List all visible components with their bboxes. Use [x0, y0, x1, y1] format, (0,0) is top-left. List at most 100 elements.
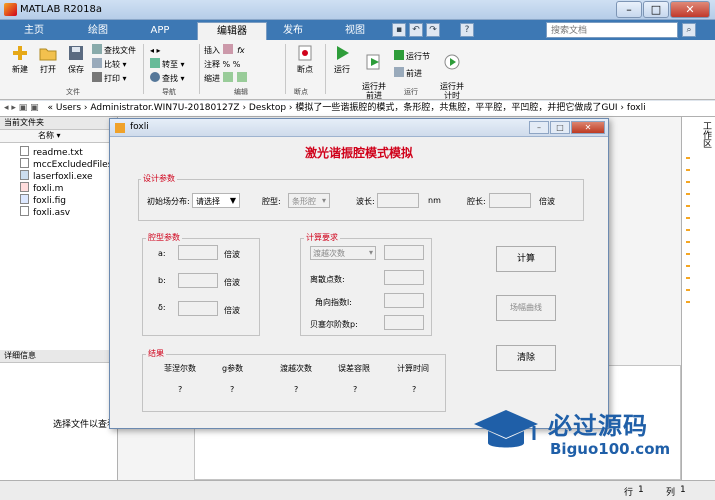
save-quick-icon[interactable]: ▪ — [392, 23, 406, 37]
bessel-order-field[interactable] — [384, 315, 424, 330]
file-item[interactable]: foxli.fig — [20, 194, 66, 206]
clear-button[interactable]: 清除 — [496, 345, 556, 371]
print-button[interactable]: 打印 ▾ — [92, 72, 127, 85]
fx-button[interactable]: fx — [237, 46, 245, 55]
maximize-button[interactable]: □ — [643, 1, 669, 18]
advance-button[interactable]: 前进 — [394, 67, 422, 80]
name-column-header[interactable]: 名称 ▾ — [0, 130, 117, 143]
b-field[interactable] — [178, 273, 218, 288]
a-unit: 倍波 — [224, 250, 240, 259]
file-item[interactable]: readme.txt — [20, 146, 83, 158]
run-label: 运行 — [334, 65, 350, 74]
row-label: 行 — [624, 488, 634, 498]
iterations-select-value: 渡越次数 — [313, 249, 345, 258]
run-button[interactable]: 运行 — [328, 44, 356, 75]
wavelength-label: 波长: — [356, 197, 375, 206]
save-button[interactable]: 保存 — [62, 44, 90, 75]
wavelength-field[interactable] — [377, 193, 419, 208]
file-item[interactable]: foxli.m — [20, 182, 63, 194]
dialog-maximize-button[interactable]: □ — [550, 121, 570, 134]
editor-ribbon: 新建 打开 保存 查找文件 比较 ▾ 打印 ▾ 文件 ◂ ▸ 转至 ▾ 查找 ▾… — [0, 40, 715, 100]
tab-home[interactable]: 主页 — [4, 22, 64, 40]
find-button[interactable]: 查找 ▾ — [150, 72, 185, 85]
close-button[interactable]: ✕ — [670, 1, 710, 18]
help-icon[interactable]: ? — [460, 23, 474, 37]
b-label: b: — [158, 276, 166, 285]
run-time-button[interactable]: 运行并 计时 — [436, 44, 468, 100]
search-icon[interactable]: ⌕ — [682, 23, 696, 37]
minimize-button[interactable]: – — [616, 1, 642, 18]
floppy-icon — [69, 46, 83, 60]
compare-label: 比较 — [104, 60, 120, 69]
dialog-minimize-button[interactable]: – — [529, 121, 549, 134]
run-advance-button[interactable]: 运行并 前进 — [358, 44, 390, 100]
file-item[interactable]: laserfoxli.exe — [20, 170, 93, 182]
bessel-order-label: 贝塞尔阶数p: — [310, 320, 358, 329]
angular-index-field[interactable] — [384, 293, 424, 308]
title-bar: MATLAB R2018a – □ ✕ — [0, 0, 715, 20]
iterations-field[interactable] — [384, 245, 424, 260]
insert-button[interactable]: 插入 fx — [204, 44, 245, 57]
edit-group-label: 编辑 — [234, 88, 248, 96]
tab-plots[interactable]: 绘图 — [68, 22, 128, 40]
open-button[interactable]: 打开 — [34, 44, 62, 75]
printer-icon — [92, 72, 102, 82]
breakpoints-label: 断点 — [297, 65, 313, 74]
dialog-title-bar: foxli – □ ✕ — [110, 119, 608, 137]
new-label: 新建 — [12, 65, 28, 74]
nav-back-forward[interactable]: ◂ ▸ — [150, 44, 161, 57]
find-file-button[interactable]: 查找文件 — [92, 44, 136, 57]
figure-icon — [115, 123, 125, 133]
result-header: g参数 — [222, 364, 244, 373]
run-section-button[interactable]: 运行节 — [394, 50, 430, 63]
dialog-title: foxli — [130, 122, 149, 132]
status-bar: 行 1 列 1 — [0, 480, 715, 500]
goto-button[interactable]: 转至 ▾ — [150, 58, 185, 71]
undo-icon[interactable]: ↶ — [409, 23, 423, 37]
cavity-type-select[interactable]: 条形腔 ▾ — [288, 193, 330, 208]
a-label: a: — [158, 249, 166, 258]
tab-view[interactable]: 视图 — [325, 22, 385, 40]
divider — [199, 44, 200, 94]
tab-publish[interactable]: 发布 — [268, 22, 318, 40]
comment-button[interactable]: 注释 % % — [204, 58, 240, 71]
result-value: ? — [294, 385, 299, 394]
col-value: 1 — [680, 485, 686, 495]
initial-dist-select[interactable]: 请选择 ▼ — [192, 193, 240, 208]
new-file-icon — [13, 46, 27, 60]
discrete-points-field[interactable] — [384, 270, 424, 285]
indent-button[interactable]: 缩进 — [204, 72, 249, 85]
advance-icon — [394, 67, 404, 77]
save-label: 保存 — [68, 65, 84, 74]
tab-apps[interactable]: APP — [132, 22, 188, 40]
compute-button[interactable]: 计算 — [496, 246, 556, 272]
dialog-heading: 激光谐振腔模式模拟 — [304, 146, 413, 160]
search-small-icon — [150, 72, 160, 82]
iterations-select[interactable]: 渡越次数 ▾ — [310, 246, 376, 260]
divider — [325, 44, 326, 94]
file-item[interactable]: foxli.asv — [20, 206, 70, 218]
result-value: ? — [230, 385, 235, 394]
breakpoints-button[interactable]: 断点 — [290, 44, 320, 75]
insert-label: 插入 — [204, 46, 220, 55]
delta-field[interactable] — [178, 301, 218, 316]
graduation-cap-icon — [474, 410, 538, 448]
cavity-params-legend: 腔型参数 — [146, 232, 182, 243]
file-name: foxli.fig — [33, 196, 66, 206]
compare-button[interactable]: 比较 ▾ — [92, 58, 127, 71]
plot-amplitude-button[interactable]: 场幅曲线 — [496, 295, 556, 321]
search-input[interactable] — [546, 22, 678, 38]
dialog-close-button[interactable]: ✕ — [571, 121, 605, 134]
address-bar[interactable]: ◂ ▸ ▣ ▣ « Users › Administrator.WIN7U-20… — [0, 101, 715, 117]
run-time-label: 运行并 计时 — [440, 82, 464, 100]
new-button[interactable]: 新建 — [6, 44, 34, 75]
cavity-length-field[interactable] — [489, 193, 531, 208]
a-field[interactable] — [178, 245, 218, 260]
result-value: ? — [353, 385, 358, 394]
tab-editor[interactable]: 编辑器 — [197, 22, 267, 40]
redo-icon[interactable]: ↷ — [426, 23, 440, 37]
nav-arrows-icon[interactable]: ◂ ▸ ▣ ▣ — [0, 103, 39, 113]
path-breadcrumb[interactable]: « Users › Administrator.WIN7U-20180127Z … — [42, 103, 646, 113]
run-section-icon — [394, 50, 404, 60]
details-hint: 选择文件以查看 — [53, 420, 117, 430]
